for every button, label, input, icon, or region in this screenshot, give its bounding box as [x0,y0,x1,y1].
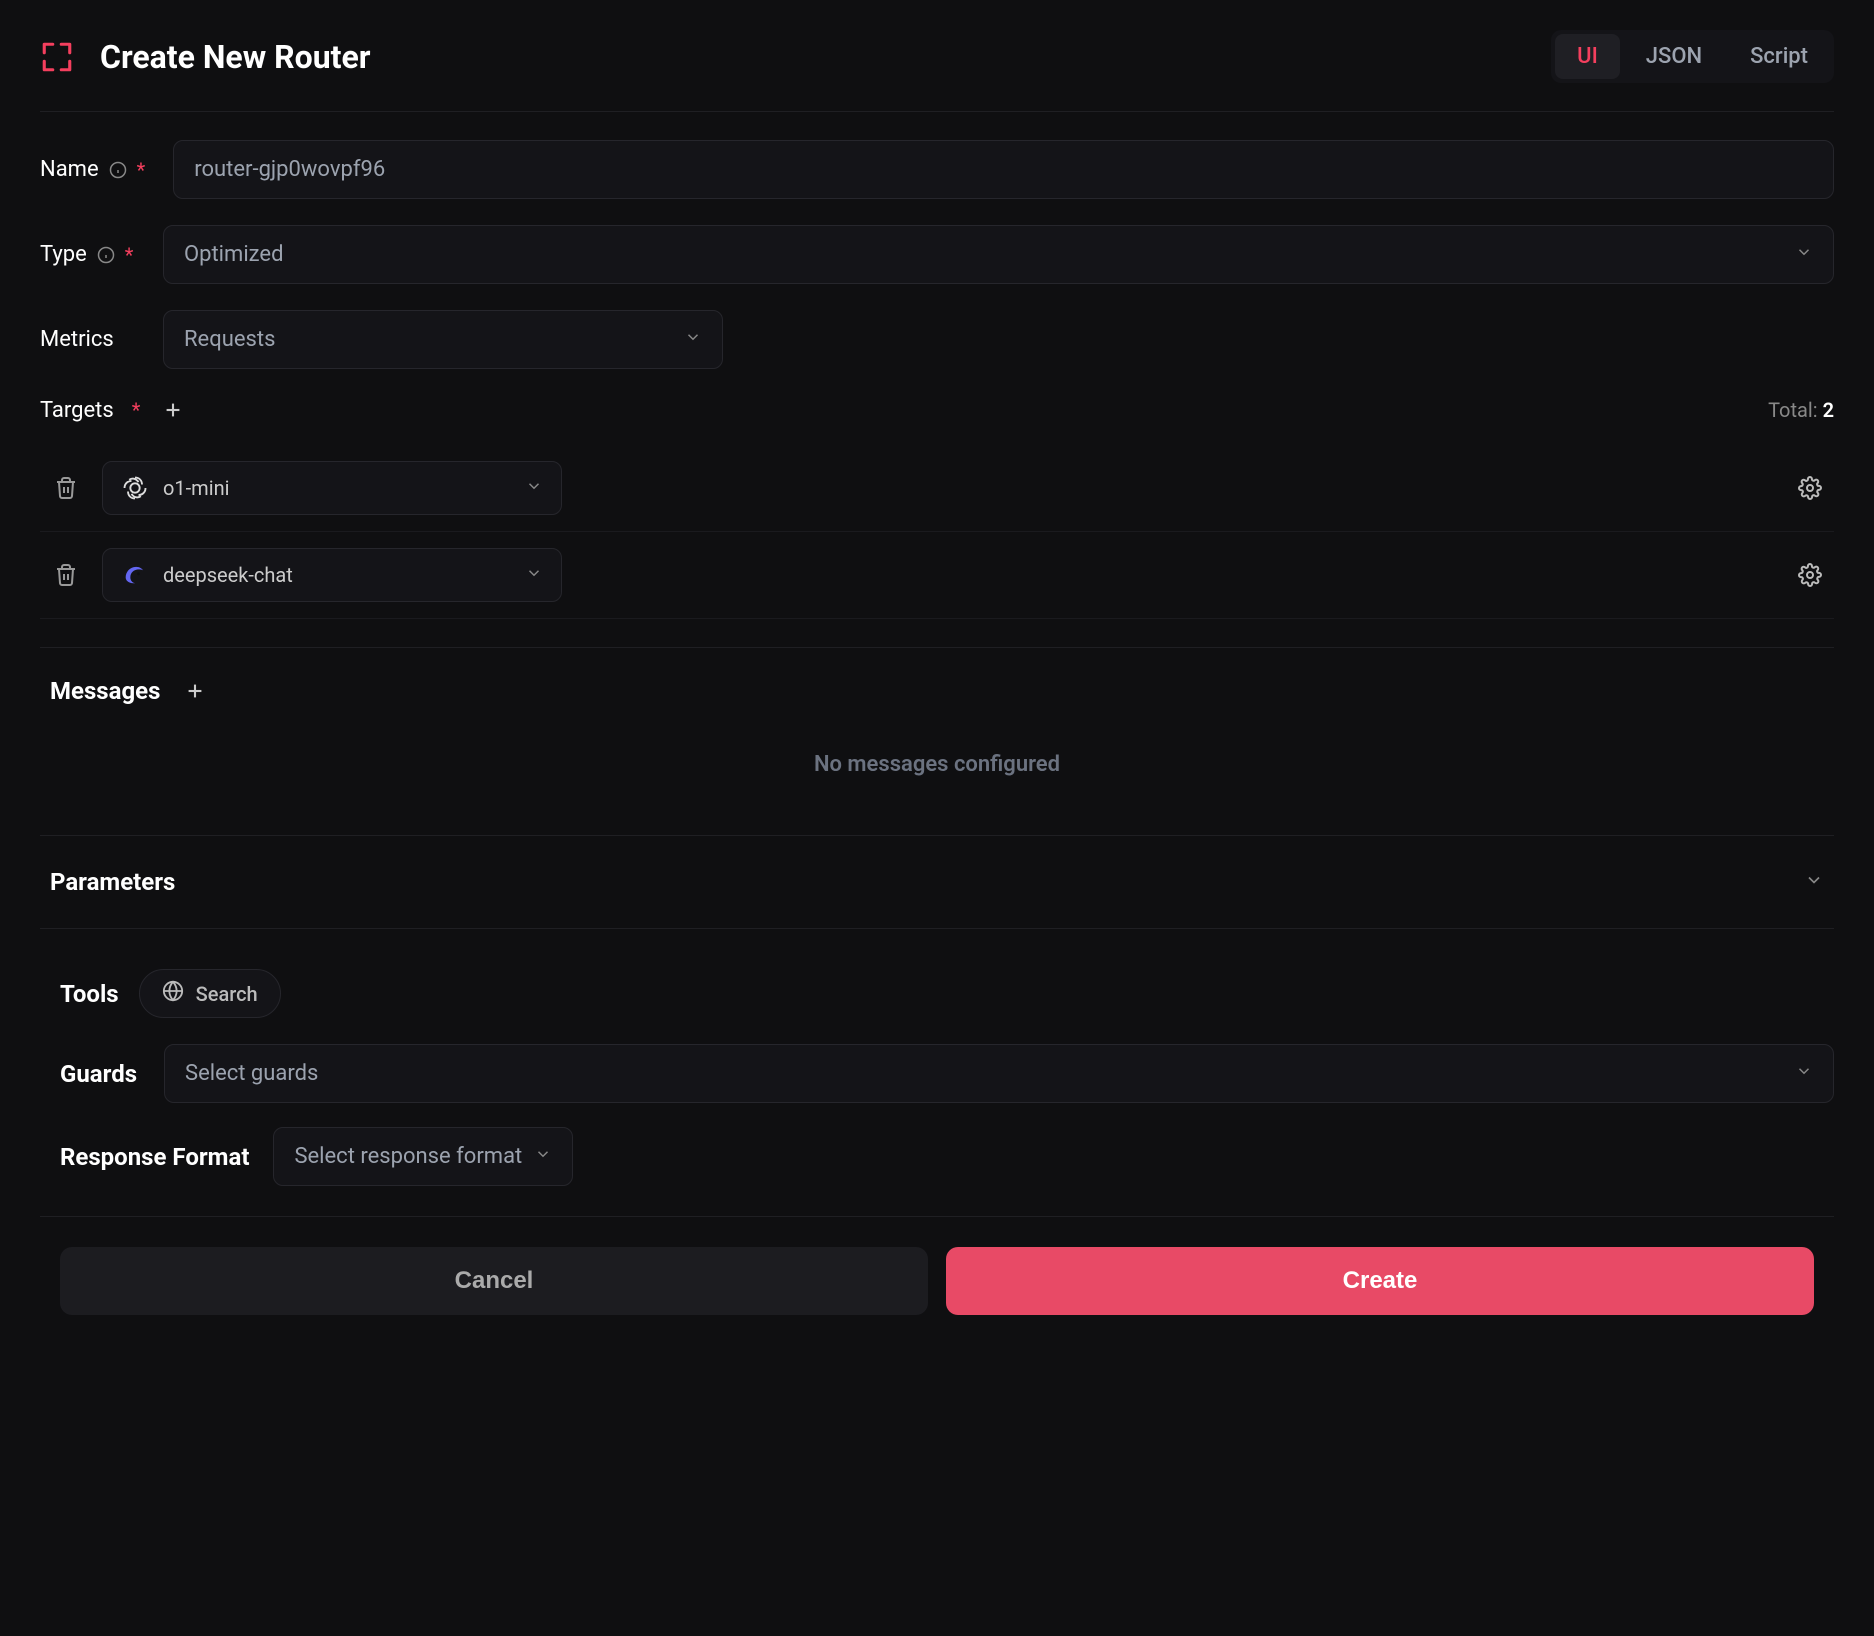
tools-section: Tools Search Guards Select guards Respon… [40,928,1834,1186]
targets-label: Targets [40,398,114,423]
name-label: Name * [40,157,145,182]
target-model-select[interactable]: deepseek-chat [102,548,562,602]
tools-label: Tools [60,980,119,1008]
chevron-down-icon [1795,1061,1813,1086]
info-icon[interactable] [97,246,115,264]
chevron-down-icon [1804,870,1824,894]
response-format-select[interactable]: Select response format [273,1127,573,1186]
expand-icon[interactable] [40,40,74,74]
globe-icon [162,980,184,1007]
tool-chip-label: Search [196,982,258,1006]
chevron-down-icon [525,476,543,500]
response-format-placeholder: Select response format [294,1144,522,1169]
delete-target-button[interactable] [48,470,84,506]
messages-label: Messages [50,677,160,705]
tab-script[interactable]: Script [1728,34,1830,79]
required-marker: * [132,398,141,422]
add-target-button[interactable] [158,395,188,425]
parameters-section: Parameters [40,835,1834,900]
tab-ui[interactable]: UI [1555,34,1620,79]
guards-label: Guards [60,1060,140,1088]
page: Create New Router UI JSON Script Name * … [0,0,1874,1345]
messages-empty: No messages configured [40,732,1834,807]
page-title: Create New Router [100,38,370,76]
chevron-down-icon [525,563,543,587]
metrics-select[interactable]: Requests [163,310,723,369]
parameters-toggle[interactable]: Parameters [40,864,1834,900]
required-marker: * [125,243,134,267]
info-icon[interactable] [109,161,127,179]
type-value: Optimized [184,242,284,267]
view-tabs: UI JSON Script [1551,30,1834,83]
type-select[interactable]: Optimized [163,225,1834,284]
tab-json[interactable]: JSON [1624,34,1724,79]
deepseek-icon [121,561,149,589]
guards-row: Guards Select guards [40,1044,1834,1103]
header: Create New Router UI JSON Script [40,30,1834,112]
name-input[interactable]: router-gjp0wovpf96 [173,140,1834,199]
targets-total: Total: 2 [1768,398,1834,422]
target-settings-button[interactable] [1794,559,1826,591]
metrics-label: Metrics [40,327,135,352]
delete-target-button[interactable] [48,557,84,593]
targets-header: Targets * Total: 2 [40,395,1834,425]
target-settings-button[interactable] [1794,472,1826,504]
chevron-down-icon [684,327,702,352]
openai-icon [121,474,149,502]
required-marker: * [137,158,146,182]
add-message-button[interactable] [180,676,210,706]
chevron-down-icon [1795,242,1813,267]
target-model-name: o1-mini [163,476,229,500]
chevron-down-icon [534,1144,552,1169]
name-row: Name * router-gjp0wovpf96 [40,140,1834,199]
tool-search-chip[interactable]: Search [139,969,281,1018]
target-row: o1-mini [40,445,1834,532]
create-button[interactable]: Create [946,1247,1814,1315]
type-row: Type * Optimized [40,225,1834,284]
type-label: Type * [40,242,135,267]
response-format-row: Response Format Select response format [40,1127,1834,1186]
messages-section: Messages No messages configured [40,647,1834,807]
response-format-label: Response Format [60,1143,249,1171]
parameters-label: Parameters [50,868,175,896]
metrics-row: Metrics Requests [40,310,1834,369]
cancel-button[interactable]: Cancel [60,1247,928,1315]
target-row: deepseek-chat [40,532,1834,619]
footer: Cancel Create [40,1216,1834,1315]
guards-placeholder: Select guards [185,1061,318,1086]
target-model-name: deepseek-chat [163,563,293,587]
metrics-value: Requests [184,327,275,352]
target-model-select[interactable]: o1-mini [102,461,562,515]
guards-select[interactable]: Select guards [164,1044,1834,1103]
